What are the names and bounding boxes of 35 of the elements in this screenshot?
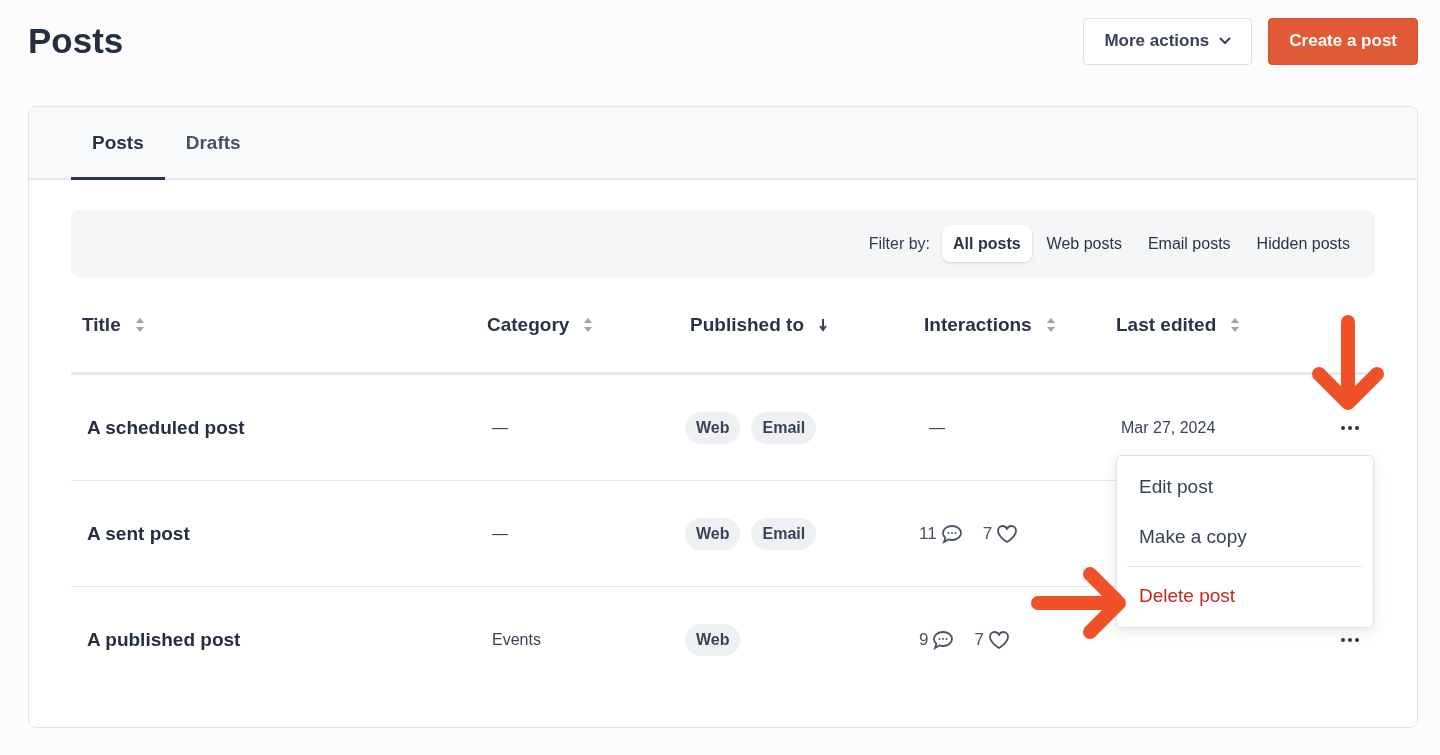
column-header[interactable]: Interactions bbox=[913, 313, 1105, 336]
category-cell-text: — bbox=[491, 418, 508, 437]
filter-option[interactable]: Email posts bbox=[1136, 225, 1242, 262]
filter-label: Filter by: bbox=[868, 234, 931, 253]
column-header[interactable]: Last edited bbox=[1105, 313, 1305, 336]
menu-item[interactable]: Delete post bbox=[1127, 571, 1363, 621]
interactions-cell-text: — bbox=[928, 418, 945, 437]
menu-item[interactable]: Edit post bbox=[1127, 462, 1363, 512]
filter-option[interactable]: All posts bbox=[942, 225, 1032, 262]
channel-tag: Web bbox=[685, 623, 741, 656]
like-count: 7 bbox=[974, 629, 984, 650]
column-header[interactable]: Category bbox=[476, 313, 679, 336]
channel-tag: Web bbox=[685, 411, 741, 444]
page-title: Posts bbox=[28, 21, 124, 61]
post-title: A sent post bbox=[86, 522, 191, 545]
comment-count: 9 bbox=[919, 629, 929, 650]
category-cell-text: — bbox=[491, 524, 508, 543]
tab[interactable]: Drafts bbox=[164, 109, 262, 180]
column-header[interactable]: Published to bbox=[679, 313, 913, 336]
filter-option[interactable]: Web posts bbox=[1035, 225, 1133, 262]
date-cell-text: Mar 27, 2024 bbox=[1120, 418, 1216, 437]
like-count: 7 bbox=[982, 523, 993, 544]
column-header[interactable]: Title bbox=[71, 313, 476, 336]
tab[interactable]: Posts bbox=[71, 109, 165, 180]
post-title: A scheduled post bbox=[86, 416, 246, 439]
more-actions-button[interactable]: More actions bbox=[1083, 17, 1253, 65]
channel-tag: Web bbox=[685, 517, 741, 550]
category-cell-text: Events bbox=[491, 630, 541, 649]
post-title: A published post bbox=[86, 628, 242, 651]
comment-count: 11 bbox=[919, 523, 937, 544]
filter-option[interactable]: Hidden posts bbox=[1245, 225, 1361, 262]
channel-tag: Email bbox=[751, 517, 817, 550]
create-button[interactable]: Create a post bbox=[1268, 17, 1418, 65]
menu-item[interactable]: Make a copy bbox=[1127, 512, 1363, 562]
channel-tag: Email bbox=[751, 411, 817, 444]
